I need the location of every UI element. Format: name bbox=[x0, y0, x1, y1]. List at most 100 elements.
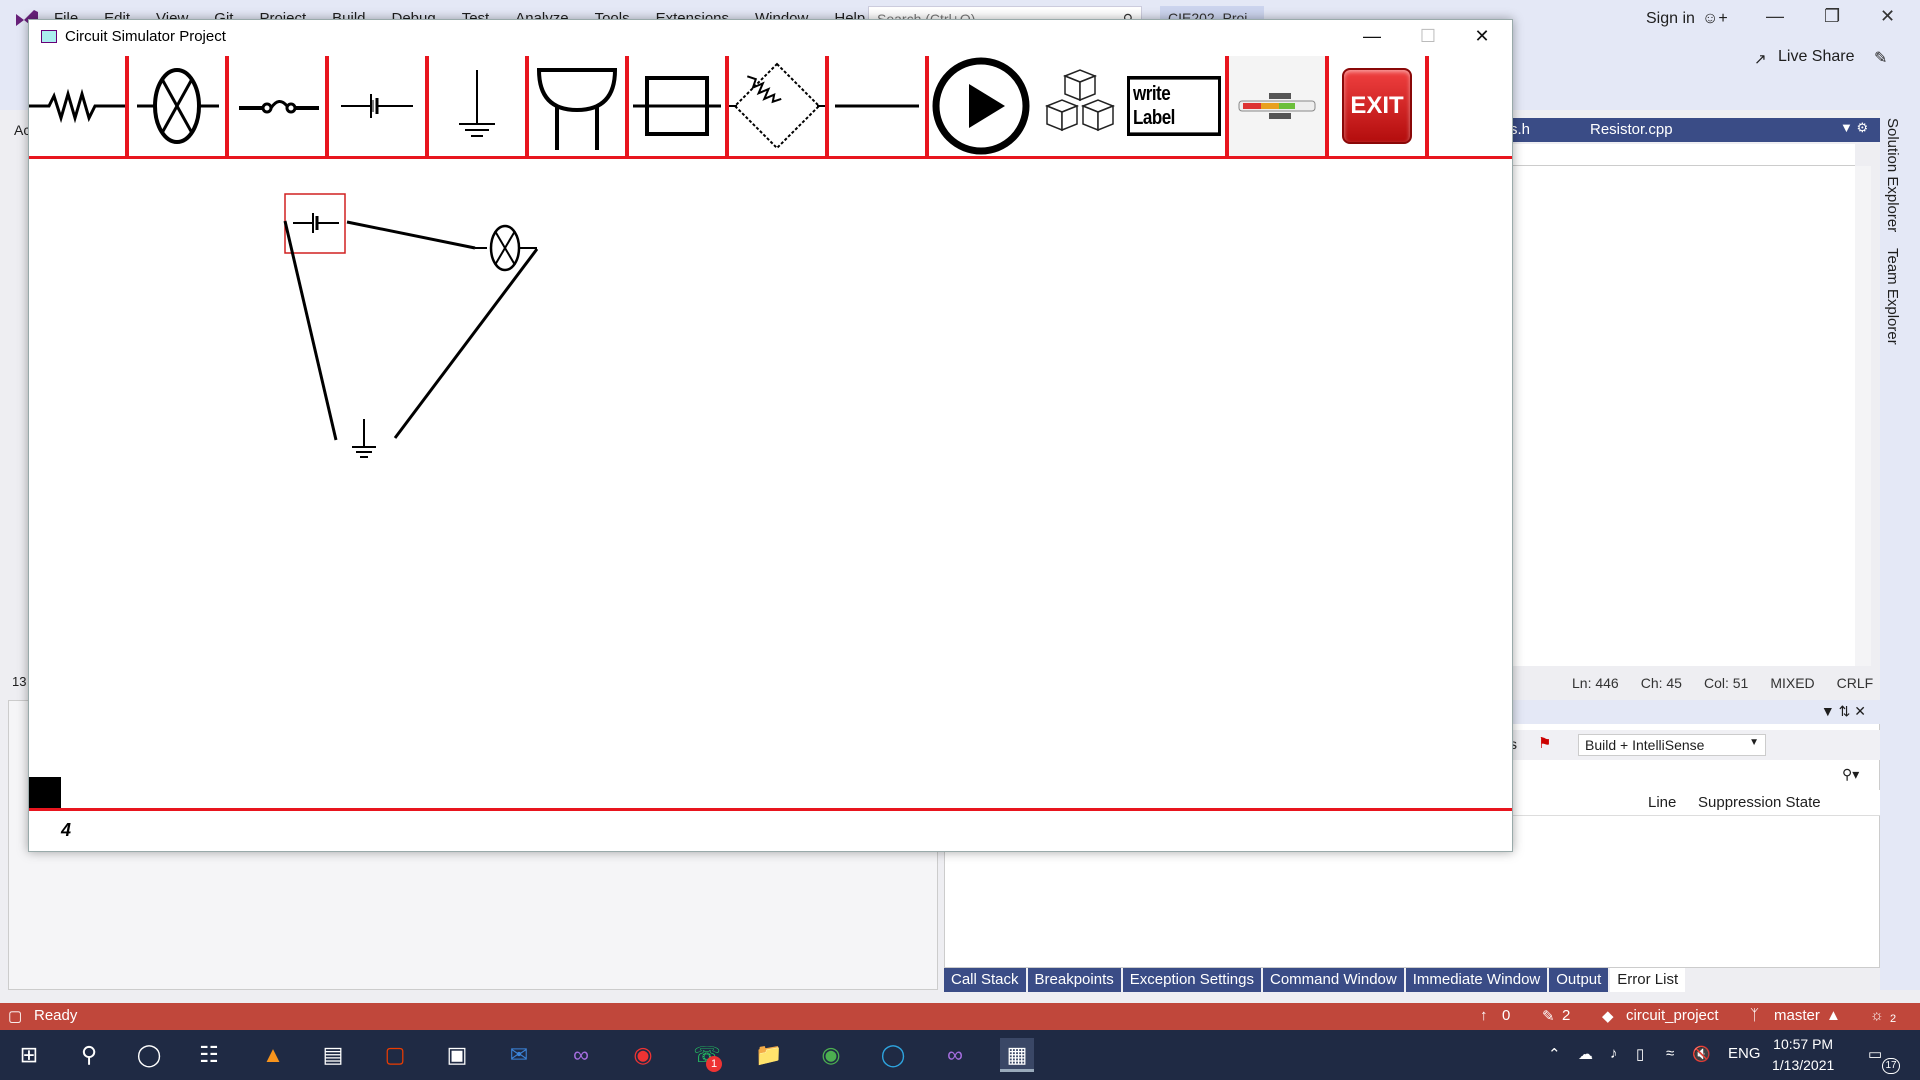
wire-lamp-ground[interactable] bbox=[393, 248, 539, 439]
pencil-icon[interactable]: ✎ bbox=[1542, 1007, 1555, 1025]
tab-immediate-window[interactable]: Immediate Window bbox=[1405, 968, 1548, 992]
placed-ground[interactable] bbox=[352, 419, 376, 458]
exit-tool[interactable]: EXIT bbox=[1329, 56, 1425, 156]
live-share-icon[interactable]: ↗ bbox=[1754, 50, 1767, 68]
diode-bridge-tool[interactable] bbox=[729, 56, 825, 156]
wire-battery-ground[interactable] bbox=[283, 220, 338, 441]
clock[interactable]: 10:57 PM 1/13/2021 bbox=[1772, 1034, 1834, 1076]
onedrive-icon[interactable]: ☁ bbox=[1578, 1045, 1593, 1063]
build-filter-select[interactable]: Build + IntelliSense ▼ bbox=[1578, 734, 1766, 756]
vs-close-icon[interactable]: ✕ bbox=[1880, 6, 1895, 27]
chrome-icon[interactable]: ◉ bbox=[814, 1038, 848, 1072]
edit-icon bbox=[1238, 93, 1316, 119]
lamp-tool[interactable] bbox=[129, 56, 225, 156]
branch-name[interactable]: master bbox=[1774, 1007, 1820, 1024]
tab-exception-settings[interactable]: Exception Settings bbox=[1122, 968, 1261, 992]
module-tool[interactable] bbox=[1033, 56, 1127, 156]
circuit-simulator-taskbar-icon[interactable]: ▦ bbox=[1000, 1038, 1034, 1072]
file-explorer-icon[interactable]: 📁 bbox=[752, 1038, 786, 1072]
ground-tool[interactable] bbox=[429, 56, 525, 156]
tab-command-window[interactable]: Command Window bbox=[1263, 968, 1404, 992]
color-indicator bbox=[29, 777, 61, 808]
column-suppression-state[interactable]: Suppression State bbox=[1698, 794, 1821, 811]
editor-scrollbar[interactable] bbox=[1855, 166, 1871, 666]
app-window-icon bbox=[41, 30, 57, 43]
drawing-canvas[interactable] bbox=[29, 159, 1512, 806]
filter-icon[interactable]: ⚑ bbox=[1538, 734, 1551, 752]
visual-studio-2-icon[interactable]: ∞ bbox=[938, 1038, 972, 1072]
editor-tab-resistor[interactable]: Resistor.cpp bbox=[1580, 118, 1683, 142]
close-icon[interactable]: ✕ bbox=[1462, 24, 1502, 48]
fuse-icon bbox=[633, 76, 721, 136]
app-titlebar[interactable]: Circuit Simulator Project — ☐ ✕ bbox=[29, 20, 1512, 52]
windows-taskbar: ⊞ ⚲ ◯ ☷ ▲ ▤ ▢ ▣ ✉ ∞ ◉ ☏ 1 📁 ◉ ◯ ∞ ▦ ⌃ ☁ … bbox=[0, 1030, 1920, 1080]
microphone-icon[interactable]: ♪ bbox=[1610, 1045, 1618, 1062]
code-editor[interactable] bbox=[1510, 144, 1855, 666]
sign-in-link[interactable]: Sign in bbox=[1646, 10, 1695, 28]
tab-error-list[interactable]: Error List bbox=[1610, 968, 1686, 992]
visual-studio-icon[interactable]: ∞ bbox=[564, 1038, 598, 1072]
wire-battery-lamp[interactable] bbox=[346, 220, 476, 250]
store-icon[interactable]: ▣ bbox=[440, 1038, 474, 1072]
project-name[interactable]: circuit_project bbox=[1626, 1007, 1719, 1024]
mail-icon[interactable]: ✉ bbox=[502, 1038, 536, 1072]
switch-tool[interactable] bbox=[229, 56, 325, 156]
tab-output[interactable]: Output bbox=[1549, 968, 1609, 992]
vs-restore-icon[interactable]: ❐ bbox=[1824, 6, 1840, 27]
search-error-list-icon[interactable]: ⚲▾ bbox=[1842, 766, 1859, 783]
resistor-icon bbox=[29, 88, 125, 124]
tab-call-stack[interactable]: Call Stack bbox=[944, 968, 1026, 992]
status-message-icon: ▢ bbox=[8, 1008, 23, 1025]
feedback-icon[interactable]: ✎ bbox=[1874, 48, 1887, 68]
branch-icon[interactable]: ᛉ bbox=[1750, 1007, 1759, 1024]
notifications-icon[interactable]: ☼ bbox=[1870, 1007, 1884, 1024]
arrow-up-icon[interactable]: ↑ bbox=[1480, 1007, 1488, 1024]
edit-tool[interactable] bbox=[1229, 56, 1325, 156]
simulate-tool[interactable] bbox=[929, 56, 1033, 156]
action-center-icon[interactable]: ▭ bbox=[1868, 1045, 1882, 1063]
solution-explorer-tab[interactable]: Solution Explorer bbox=[1884, 118, 1901, 232]
battery-icon bbox=[341, 94, 413, 118]
fuse-tool[interactable] bbox=[629, 56, 725, 156]
editor-nav-bar[interactable] bbox=[1510, 144, 1855, 166]
recorder-icon[interactable]: ◉ bbox=[626, 1038, 660, 1072]
add-user-icon[interactable]: ☺+ bbox=[1702, 10, 1728, 28]
push-count[interactable]: 0 bbox=[1502, 1007, 1510, 1024]
column-line[interactable]: Line bbox=[1648, 794, 1676, 811]
edge-icon[interactable]: ◯ bbox=[876, 1038, 910, 1072]
wifi-icon[interactable]: ≈ bbox=[1666, 1045, 1674, 1062]
tray-chevron-icon[interactable]: ⌃ bbox=[1548, 1045, 1561, 1063]
chevron-down-icon: ▼ bbox=[1749, 737, 1759, 748]
volume-icon[interactable]: 🔇 bbox=[1692, 1045, 1711, 1063]
clock-date: 1/13/2021 bbox=[1772, 1057, 1835, 1073]
office-icon[interactable]: ▢ bbox=[378, 1038, 412, 1072]
search-icon[interactable]: ⚲ bbox=[72, 1038, 106, 1072]
resistor-tool[interactable] bbox=[29, 56, 125, 156]
buzzer-tool[interactable] bbox=[529, 56, 625, 156]
battery-tool[interactable] bbox=[329, 56, 425, 156]
db-tool-icon[interactable]: ▤ bbox=[316, 1038, 350, 1072]
changes-count[interactable]: 2 bbox=[1562, 1007, 1570, 1024]
cortana-icon[interactable]: ◯ bbox=[132, 1038, 166, 1072]
play-icon bbox=[932, 57, 1030, 155]
chevron-up-icon[interactable]: ▲ bbox=[1826, 1007, 1841, 1024]
live-share-button[interactable]: Live Share bbox=[1778, 48, 1855, 66]
eol-indicator[interactable]: CRLF bbox=[1837, 675, 1874, 691]
tab-breakpoints[interactable]: Breakpoints bbox=[1027, 968, 1121, 992]
placed-battery[interactable] bbox=[293, 213, 339, 233]
team-explorer-tab[interactable]: Team Explorer bbox=[1884, 248, 1901, 345]
tab-dropdown-icon[interactable]: ▼ ⚙ bbox=[1840, 120, 1868, 136]
app-launcher-icon[interactable]: ▲ bbox=[256, 1038, 290, 1072]
wire-tool[interactable] bbox=[829, 56, 925, 156]
battery-icon[interactable]: ▯ bbox=[1636, 1045, 1644, 1063]
repo-icon[interactable]: ◆ bbox=[1602, 1007, 1614, 1025]
task-view-icon[interactable]: ☷ bbox=[192, 1038, 226, 1072]
windows-start-icon[interactable]: ⊞ bbox=[12, 1038, 46, 1072]
tab-mode-indicator[interactable]: MIXED bbox=[1770, 675, 1814, 691]
vs-minimize-icon[interactable]: — bbox=[1766, 6, 1784, 27]
maximize-icon[interactable]: ☐ bbox=[1408, 24, 1448, 48]
minimize-icon[interactable]: — bbox=[1352, 24, 1392, 48]
label-tool[interactable]: write Label bbox=[1127, 56, 1221, 156]
panel-pin-close-icon[interactable]: ▼ ⇅ ✕ bbox=[1821, 703, 1866, 720]
language-indicator[interactable]: ENG bbox=[1728, 1045, 1761, 1062]
